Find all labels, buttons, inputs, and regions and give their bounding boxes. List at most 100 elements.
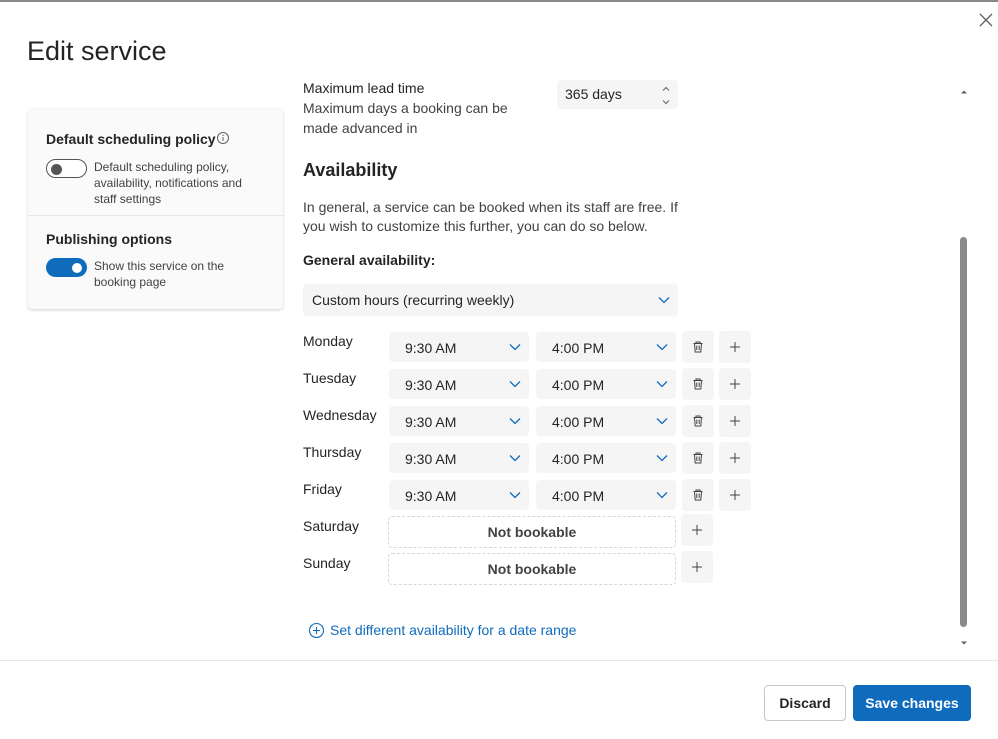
end-time-dropdown-friday[interactable]: 4:00 PM [536,480,676,510]
start-time-value: 9:30 AM [405,488,457,504]
day-label-saturday: Saturday [303,518,360,534]
lead-time-label: Maximum lead time [303,80,425,96]
chevron-down-icon [655,377,669,391]
general-availability-label: General availability: [303,252,436,268]
general-availability-dropdown[interactable]: Custom hours (recurring weekly) [303,284,678,316]
day-label-monday: Monday [303,333,353,349]
chevron-down-icon [655,488,669,502]
plus-icon [730,453,740,463]
add-button-saturday[interactable] [681,514,713,546]
availability-description: In general, a service can be booked when… [303,199,678,234]
publishing-section: Publishing options Show this service on … [28,217,283,309]
default-policy-toggle[interactable] [46,159,87,178]
lead-time-description: Maximum days a booking can be made advan… [303,100,508,136]
start-time-dropdown-monday[interactable]: 9:30 AM [389,332,529,362]
availability-title: Availability [303,160,398,180]
chevron-down-icon [508,414,522,428]
chevron-down-icon [508,451,522,465]
start-time-dropdown-friday[interactable]: 9:30 AM [389,480,529,510]
trash-icon [693,452,703,464]
end-time-dropdown-tuesday[interactable]: 4:00 PM [536,369,676,399]
close-button[interactable] [977,11,995,29]
end-time-dropdown-wednesday[interactable]: 4:00 PM [536,406,676,436]
add-button-tuesday[interactable] [719,368,751,400]
footer-divider [0,660,998,661]
general-availability-value: Custom hours (recurring weekly) [312,292,515,308]
lead-time-stepper[interactable]: 365 days [557,80,678,109]
start-time-dropdown-thursday[interactable]: 9:30 AM [389,443,529,473]
date-range-link-label[interactable]: Set different availability for a date ra… [330,622,576,638]
day-label-thursday: Thursday [303,444,362,460]
discard-button[interactable]: Discard [764,685,846,721]
trash-icon [693,415,703,427]
scroll-down-icon[interactable] [959,635,969,645]
day-label-friday: Friday [303,481,342,497]
not-bookable-label: Not bookable [487,561,577,577]
default-policy-title: Default scheduling policy [46,131,216,147]
info-icon[interactable] [216,131,230,145]
chevron-down-icon [655,340,669,354]
chevron-down-icon [657,293,671,307]
end-time-value: 4:00 PM [552,451,605,467]
start-time-value: 9:30 AM [405,340,457,356]
start-time-dropdown-tuesday[interactable]: 9:30 AM [389,369,529,399]
plus-icon [730,379,740,389]
end-time-value: 4:00 PM [552,488,605,504]
chevron-down-icon [508,340,522,354]
lead-time-value[interactable]: 365 days [565,86,622,102]
delete-button-thursday[interactable] [682,442,714,474]
start-time-value: 9:30 AM [405,451,457,467]
plus-icon [692,525,702,535]
scrollbar-thumb[interactable] [960,237,967,627]
delete-button-wednesday[interactable] [682,405,714,437]
top-border [0,0,998,2]
delete-button-monday[interactable] [682,331,714,363]
toggle-knob [72,263,82,273]
end-time-value: 4:00 PM [552,340,605,356]
dialog-title: Edit service [27,36,167,66]
default-policy-section: Default scheduling policy Default schedu… [28,109,283,216]
add-button-wednesday[interactable] [719,405,751,437]
chevron-down-icon [508,488,522,502]
delete-button-friday[interactable] [682,479,714,511]
add-button-sunday[interactable] [681,551,713,583]
add-button-monday[interactable] [719,331,751,363]
chevron-down-icon [655,414,669,428]
delete-button-tuesday[interactable] [682,368,714,400]
trash-icon [693,489,703,501]
publishing-description: Show this service on the booking page [94,259,225,289]
not-bookable-sunday: Not bookable [388,553,676,585]
scroll-up-icon[interactable] [959,84,969,94]
plus-icon [730,342,740,352]
start-time-value: 9:30 AM [405,414,457,430]
chevron-down-icon [508,377,522,391]
add-button-thursday[interactable] [719,442,751,474]
settings-card: Default scheduling policy Default schedu… [28,109,283,309]
plus-icon [730,490,740,500]
default-policy-description: Default scheduling policy, availability,… [94,160,242,206]
publishing-title: Publishing options [46,231,172,247]
chevron-down-icon [655,451,669,465]
start-time-dropdown-wednesday[interactable]: 9:30 AM [389,406,529,436]
end-time-value: 4:00 PM [552,414,605,430]
close-icon [979,13,993,27]
save-changes-button[interactable]: Save changes [853,685,971,721]
add-button-friday[interactable] [719,479,751,511]
day-label-tuesday: Tuesday [303,370,357,386]
day-label-wednesday: Wednesday [303,407,377,423]
stepper-down-icon[interactable] [660,95,672,107]
add-circle-icon [308,622,325,639]
stepper-up-icon[interactable] [660,82,672,94]
end-time-dropdown-monday[interactable]: 4:00 PM [536,332,676,362]
end-time-dropdown-thursday[interactable]: 4:00 PM [536,443,676,473]
plus-icon [730,416,740,426]
plus-icon [692,562,702,572]
trash-icon [693,341,703,353]
start-time-value: 9:30 AM [405,377,457,393]
not-bookable-saturday: Not bookable [388,516,676,548]
end-time-value: 4:00 PM [552,377,605,393]
day-label-sunday: Sunday [303,555,351,571]
toggle-knob [51,164,62,175]
trash-icon [693,378,703,390]
publishing-toggle[interactable] [46,258,87,277]
